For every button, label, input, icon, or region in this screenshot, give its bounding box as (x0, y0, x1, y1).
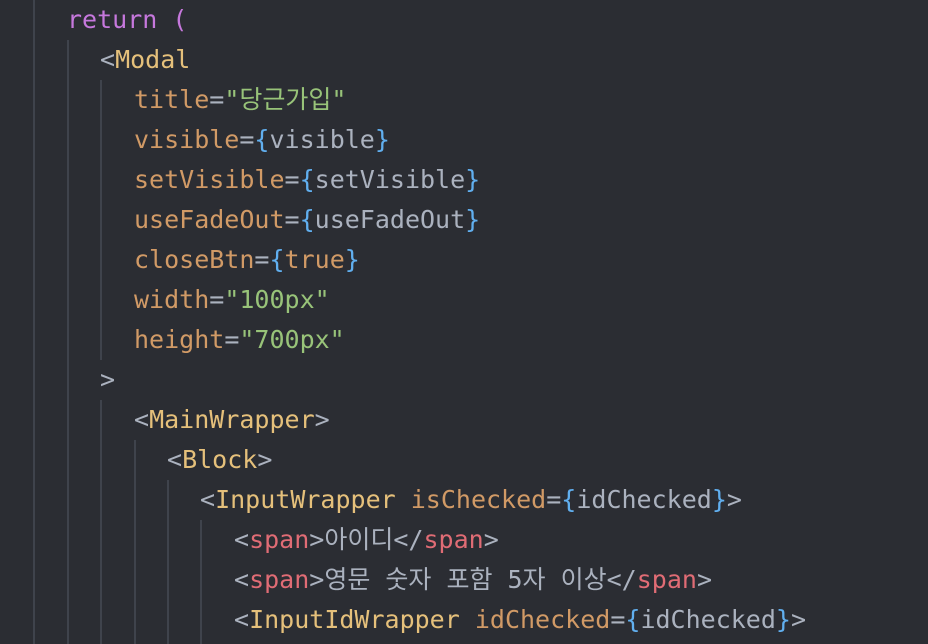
tag-bracket: > (726, 485, 742, 514)
tag-bracket: > (790, 605, 807, 634)
identifier: idChecked (576, 485, 712, 514)
component-name: Modal (115, 45, 191, 74)
tag-bracket: > (483, 525, 499, 554)
component-name: Block (182, 445, 258, 474)
equals: = (209, 85, 225, 114)
equals: = (209, 285, 225, 314)
code-line[interactable]: <MainWrapper> (0, 400, 330, 440)
html-tag-name: span (636, 565, 697, 594)
component-name: InputWrapper (215, 485, 396, 514)
equals: = (224, 325, 240, 354)
tag-bracket: < (134, 405, 150, 434)
component-name: InputIdWrapper (249, 605, 460, 634)
html-tag-name: span (249, 565, 310, 594)
brace: } (465, 205, 481, 234)
identifier: idChecked (640, 605, 776, 634)
prop-name: height (134, 325, 225, 354)
brace: { (299, 165, 315, 194)
prop-name: width (134, 285, 210, 314)
tag-bracket: > (314, 405, 330, 434)
paren: ( (157, 5, 188, 34)
keyword: return (67, 5, 158, 34)
identifier: setVisible (314, 165, 466, 194)
string-value: "700px" (239, 325, 345, 354)
code-line[interactable]: > (0, 360, 115, 400)
code-editor[interactable]: return ( <Modal title="당근가입" visible={vi… (0, 0, 928, 644)
equals: = (254, 245, 270, 274)
code-line[interactable]: <span>영문 숫자 포함 5자 이상</span> (0, 560, 712, 600)
component-name: MainWrapper (149, 405, 315, 434)
brace: { (269, 245, 285, 274)
equals: = (610, 605, 626, 634)
code-line[interactable]: <InputIdWrapper idChecked={idChecked}> (0, 600, 806, 640)
tag-bracket: </ (393, 525, 424, 554)
brace: } (374, 125, 390, 154)
brace: { (625, 605, 641, 634)
identifier: visible (269, 125, 375, 154)
string-value: "100px" (224, 285, 330, 314)
code-line[interactable]: width="100px" (0, 280, 330, 320)
tag-bracket: < (100, 45, 116, 74)
prop-name: setVisible (134, 165, 285, 194)
brace: } (775, 605, 791, 634)
brace: { (299, 205, 315, 234)
boolean-literal: true (284, 245, 345, 274)
code-line[interactable]: visible={visible} (0, 120, 390, 160)
html-tag-name: span (249, 525, 310, 554)
prop-name: title (134, 85, 210, 114)
brace: } (465, 165, 481, 194)
code-line[interactable]: <Modal (0, 40, 190, 80)
equals: = (239, 125, 255, 154)
equals: = (284, 205, 300, 234)
equals: = (546, 485, 562, 514)
tag-bracket: < (234, 565, 250, 594)
prop-name: visible (134, 125, 240, 154)
identifier: useFadeOut (314, 205, 466, 234)
code-line[interactable]: <span>아이디</span> (0, 520, 499, 560)
tag-bracket: < (167, 445, 183, 474)
tag-bracket: > (696, 565, 712, 594)
prop-name: isChecked (410, 485, 547, 514)
prop-name: idChecked (474, 605, 611, 634)
code-line[interactable]: return ( (0, 0, 187, 40)
tag-bracket: < (200, 485, 216, 514)
tag-bracket: < (234, 605, 250, 634)
tag-bracket: < (234, 525, 250, 554)
code-line[interactable]: height="700px" (0, 320, 345, 360)
tag-bracket: > (257, 445, 273, 474)
prop-name: closeBtn (134, 245, 255, 274)
code-line[interactable]: title="당근가입" (0, 80, 346, 120)
code-line[interactable]: <Block> (0, 440, 272, 480)
string-value: "당근가입" (224, 85, 347, 114)
code-line[interactable]: closeBtn={true} (0, 240, 360, 280)
html-tag-name: span (423, 525, 484, 554)
tag-bracket: </ (606, 565, 637, 594)
equals: = (284, 165, 300, 194)
brace: { (254, 125, 270, 154)
brace: { (561, 485, 577, 514)
tag-bracket: > (309, 565, 325, 594)
prop-name: useFadeOut (134, 205, 285, 234)
code-line[interactable]: setVisible={setVisible} (0, 160, 480, 200)
tag-bracket: > (100, 365, 116, 394)
tag-bracket: > (309, 525, 325, 554)
brace: } (344, 245, 360, 274)
code-line[interactable]: useFadeOut={useFadeOut} (0, 200, 480, 240)
jsx-text: 아이디 (324, 525, 394, 554)
code-line[interactable]: <InputWrapper isChecked={idChecked}> (0, 480, 742, 520)
brace: } (711, 485, 727, 514)
jsx-text: 영문 숫자 포함 5자 이상 (324, 565, 607, 594)
